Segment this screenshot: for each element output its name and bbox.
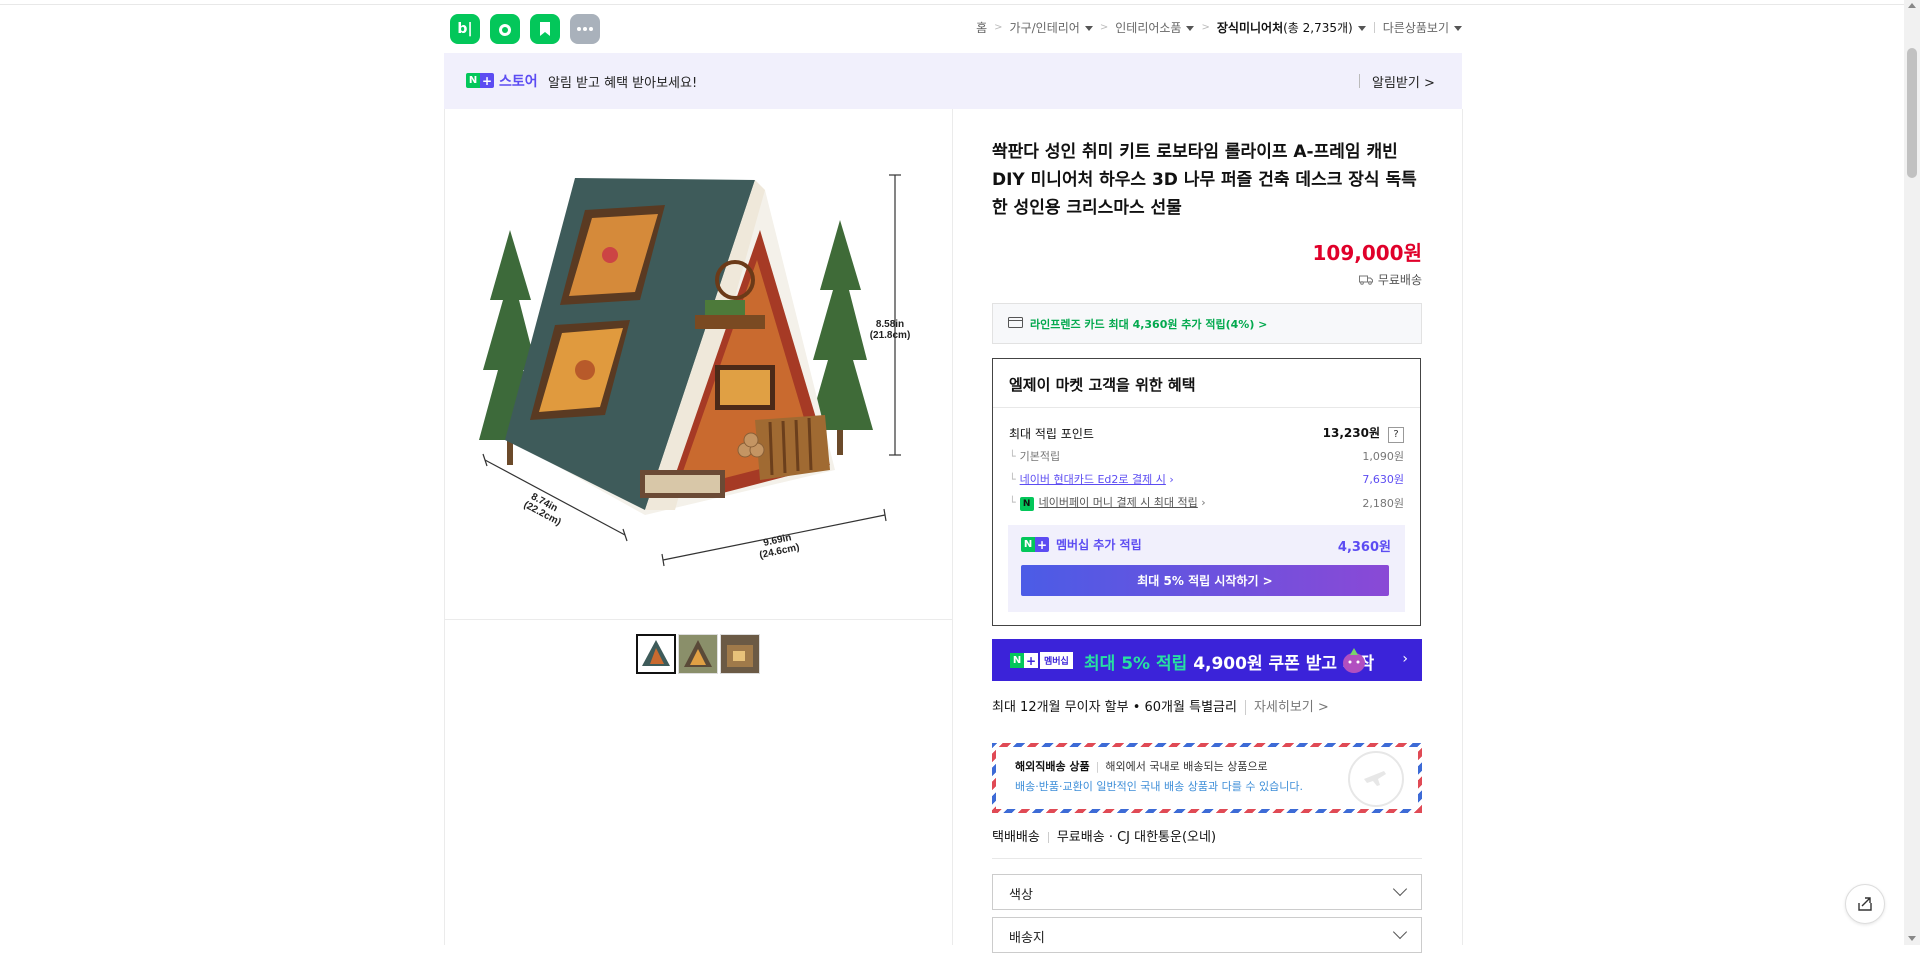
onion-mascot-icon: [1343, 648, 1365, 673]
card-promo-box[interactable]: 라인프렌즈 카드 최대 4,360원 추가 적립(4%) >: [992, 303, 1422, 344]
breadcrumb-other-products[interactable]: 다른상품보기: [1383, 19, 1462, 36]
destination-option-select[interactable]: 배송지: [992, 917, 1422, 953]
breadcrumb: 홈 > 가구/인테리어 > 인테리어소품 > 장식미니어처(총 2,735개) …: [976, 19, 1462, 36]
breadcrumb-miniature[interactable]: 장식미니어처(총 2,735개): [1217, 19, 1366, 36]
overseas-note: 배송·반품·교환이 일반적인 국내 배송 상품과 다를 수 있습니다.: [1015, 780, 1303, 793]
overseas-shipping-notice: 해외직배송 상품 | 해외에서 국내로 배송되는 상품으로 배송·반품·교환이 일반…: [992, 743, 1422, 813]
naver-plus-logo: N +: [1021, 537, 1049, 552]
destination-option-label: 배송지: [1009, 931, 1045, 946]
airmail-stamp-icon: [1348, 751, 1404, 807]
more-apps-icon[interactable]: [570, 14, 600, 44]
delivery-type: 택배배송: [992, 830, 1040, 845]
delivery-courier: · CJ 대한통운(오네): [1108, 830, 1217, 845]
basic-points-row: └ 기본적립 1,090원: [1009, 450, 1404, 463]
delivery-fee: 무료배송: [1056, 830, 1105, 845]
membership-start-button[interactable]: 최대 5% 적립 시작하기 >: [1021, 565, 1389, 596]
card-promo-text: 라인프렌즈 카드 최대 4,360원 추가 적립(4%) >: [1030, 318, 1268, 331]
delivery-divider: [992, 858, 1422, 859]
breadcrumb-interior[interactable]: 인테리어소품: [1115, 19, 1195, 36]
membership-value: 4,360원: [1337, 540, 1391, 555]
dim-height: 8.58in: [876, 319, 904, 330]
image-divider: [445, 619, 952, 620]
alarm-subscribe-link[interactable]: 알림받기 >: [1372, 72, 1435, 91]
membership-promo-banner[interactable]: N + 멤버십 최대 5% 적립 4,900원 쿠폰 받고 시작 ›: [992, 639, 1422, 681]
credit-card-icon: [1008, 317, 1023, 328]
breadcrumb-home[interactable]: 홈: [976, 19, 987, 36]
column-divider: [952, 109, 953, 945]
share-icon: [1858, 897, 1872, 911]
promo-chevron-icon: ›: [1402, 651, 1408, 667]
membership-label: 멤버십 추가 적립: [1056, 538, 1142, 552]
thumbnail-list: [636, 634, 760, 674]
color-option-select[interactable]: 색상: [992, 874, 1422, 910]
naver-plus-logo: N +: [466, 73, 494, 88]
npay-money-row: └ N 네이버페이 머니 결제 시 최대 적립 › 2,180원: [1009, 496, 1404, 511]
installment-info: 최대 12개월 무이자 할부 • 60개월 특별금리 자세히보기 >: [992, 696, 1329, 715]
breadcrumb-furniture[interactable]: 가구/인테리어: [1010, 19, 1093, 36]
banner-text: 알림 받고 혜택 받아보세요!: [548, 76, 698, 91]
naver-plus-membership-badge: N + 멤버십: [1010, 652, 1073, 669]
overseas-desc: 해외에서 국내로 배송되는 상품으로: [1105, 760, 1268, 773]
benefit-box: 엘제이 마켓 고객을 위한 혜택 최대 적립 포인트 13,230원? └ 기본적…: [992, 358, 1421, 626]
overseas-title: 해외직배송 상품: [1015, 760, 1090, 773]
truck-icon: [1358, 275, 1373, 285]
npay-money-link[interactable]: 네이버페이 머니 결제 시 최대 적립: [1039, 496, 1198, 509]
banner-divider: [1359, 74, 1360, 88]
cafe-icon[interactable]: [490, 14, 520, 44]
page-scrollbar[interactable]: [1904, 0, 1920, 945]
max-points-row: 최대 적립 포인트 13,230원?: [1009, 424, 1404, 443]
hyundai-card-row: └ 네이버 현대카드 Ed2로 결제 시 › 7,630원: [1009, 473, 1404, 486]
promo-text: 최대 5% 적립 4,900원 쿠폰 받고 시작: [1084, 654, 1375, 674]
hyundai-card-link[interactable]: 네이버 현대카드 Ed2로 결제 시: [1020, 473, 1166, 486]
benefit-title: 엘제이 마켓 고객을 위한 혜택: [1009, 376, 1196, 394]
product-title: 쏵판다 성인 취미 키트 로보타임 롤라이프 A-프레임 캐빈 DIY 미니어처…: [992, 142, 1417, 218]
installment-more-link[interactable]: 자세히보기 >: [1244, 700, 1329, 715]
max-points-label: 최대 적립 포인트: [1009, 427, 1094, 441]
color-option-label: 색상: [1009, 888, 1033, 903]
max-points-value: 13,230원: [1322, 426, 1380, 440]
basic-points-label: 기본적립: [1019, 450, 1061, 463]
banner-store-label: 스토어: [499, 74, 538, 90]
help-icon[interactable]: ?: [1388, 427, 1404, 443]
shipping-info: 무료배송: [1358, 271, 1422, 288]
delivery-info: 택배배송 무료배송 · CJ 대한통운(오네): [992, 826, 1216, 845]
scroll-thumb[interactable]: [1907, 48, 1917, 178]
npay-icon: N: [1019, 497, 1034, 511]
chevron-down-icon: [1392, 881, 1408, 897]
top-border: [0, 4, 1904, 5]
dim-height-cm: (21.8cm): [870, 330, 911, 341]
thumbnail-3[interactable]: [720, 634, 760, 674]
basic-points-value: 1,090원: [1362, 450, 1404, 463]
blog-icon[interactable]: b|: [450, 14, 480, 44]
thumbnail-1[interactable]: [636, 634, 676, 674]
shipping-label: 무료배송: [1377, 273, 1422, 287]
product-main-image[interactable]: 8.58in (21.8cm) 8.74in (22.2cm) 9.69in (…: [465, 150, 925, 570]
bookmark-icon[interactable]: [530, 14, 560, 44]
scroll-down-icon[interactable]: [1908, 936, 1916, 941]
share-button[interactable]: [1845, 884, 1885, 924]
store-alarm-banner: N + 스토어 알림 받고 혜택 받아보세요! 알림받기 >: [444, 53, 1462, 109]
installment-text: 최대 12개월 무이자 할부 • 60개월 특별금리: [992, 700, 1237, 715]
service-shortcuts: b|: [450, 14, 600, 44]
membership-box: N + 멤버십 추가 적립 4,360원 최대 5% 적립 시작하기 >: [1008, 525, 1405, 612]
chevron-down-icon: [1392, 924, 1408, 940]
product-price: 109,000원: [1312, 241, 1423, 265]
hyundai-card-value: 7,630원: [1362, 473, 1404, 486]
npay-money-value: 2,180원: [1362, 496, 1404, 510]
scroll-up-icon[interactable]: [1908, 3, 1916, 8]
thumbnail-2[interactable]: [678, 634, 718, 674]
